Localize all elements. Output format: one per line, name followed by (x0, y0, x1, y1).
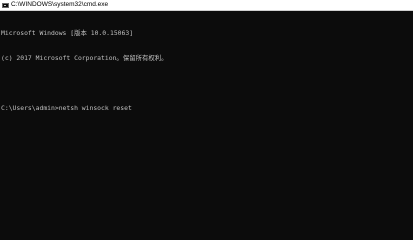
cmd-icon (2, 2, 9, 8)
console-line-blank (1, 79, 413, 87)
console-line-version: Microsoft Windows [版本 10.0.15063] (1, 28, 134, 37)
console-output[interactable]: Microsoft Windows [版本 10.0.15063] (c) 20… (1, 12, 413, 213)
console-line-copyright: (c) 2017 Microsoft Corporation。保留所有权利。 (1, 54, 168, 63)
console-line-command[interactable]: C:\Users\admin>netsh winsock reset (1, 104, 413, 112)
title-bar[interactable]: C:\WINDOWS\system32\cmd.exe (0, 0, 413, 11)
window-title: C:\WINDOWS\system32\cmd.exe (11, 1, 109, 8)
cmd-window: C:\WINDOWS\system32\cmd.exe Microsoft Wi… (0, 0, 413, 213)
